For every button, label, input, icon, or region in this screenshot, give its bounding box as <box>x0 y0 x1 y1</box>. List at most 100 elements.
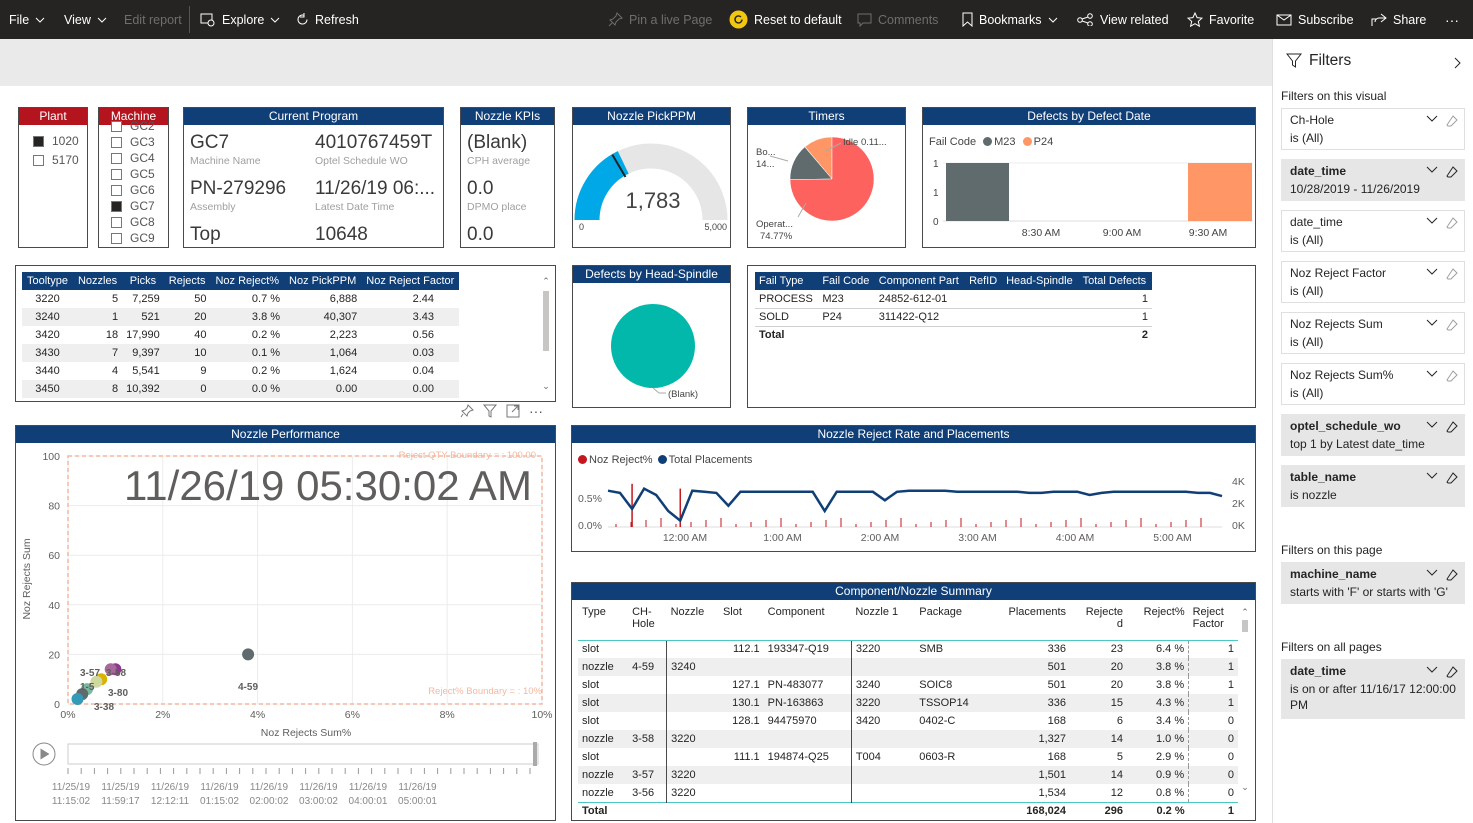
chevron-down-icon[interactable] <box>1426 569 1438 577</box>
chevron-down-icon[interactable] <box>1426 472 1438 480</box>
checkbox-icon[interactable] <box>111 136 122 148</box>
play-slider-thumb[interactable] <box>533 742 537 766</box>
view-menu[interactable]: View <box>64 0 107 39</box>
table-scrollbar[interactable]: ⌃ ⌄ <box>542 276 550 391</box>
slicer-item[interactable]: GC4 <box>111 150 155 166</box>
checkbox-icon[interactable] <box>111 216 122 228</box>
column-header[interactable]: Fail Type <box>755 272 819 290</box>
scroll-down-icon[interactable]: ⌄ <box>542 381 550 392</box>
bar-m23[interactable] <box>946 163 1009 221</box>
pin-live-page-button[interactable]: Pin a live Page <box>608 0 712 39</box>
chevron-down-icon[interactable] <box>1426 370 1438 378</box>
column-header[interactable]: Slot <box>718 602 764 641</box>
eraser-icon[interactable] <box>1446 166 1458 178</box>
scroll-up-icon[interactable]: ⌃ <box>1241 607 1249 618</box>
eraser-icon[interactable] <box>1446 217 1458 229</box>
checkbox-checked-icon[interactable] <box>111 200 122 212</box>
more-options-icon[interactable]: ··· <box>529 404 543 418</box>
scatter-point[interactable] <box>71 693 84 705</box>
eraser-icon[interactable] <box>1446 472 1458 484</box>
subscribe-button[interactable]: Subscribe <box>1276 0 1354 39</box>
filter-icon[interactable] <box>483 404 497 418</box>
more-options-button[interactable]: ··· <box>1445 0 1459 39</box>
column-header[interactable]: Nozzles <box>72 272 123 290</box>
eraser-icon[interactable] <box>1446 569 1458 581</box>
scroll-thumb[interactable] <box>543 291 549 351</box>
filter-card[interactable]: Ch-Hole is (All) <box>1281 108 1465 150</box>
column-header[interactable]: Noz PickPPM <box>284 272 362 290</box>
chevron-down-icon[interactable] <box>1426 319 1438 327</box>
table-row[interactable]: 3450 8 10,392 0 0.0 % 0.00 0.00 <box>22 380 460 398</box>
reset-default-button[interactable]: Reset to default <box>729 0 842 39</box>
filter-card-date-time-all[interactable]: date_time is on or after 11/16/17 12:00:… <box>1281 659 1465 719</box>
checkbox-icon[interactable] <box>111 152 122 164</box>
summary-scrollbar[interactable]: ⌃ ⌄ <box>1241 607 1249 797</box>
column-header[interactable]: Tooltype <box>22 272 73 290</box>
table-row[interactable]: slot 128.1 94475970 3420 0402-C 168 6 3.4 % 0 <box>578 712 1238 730</box>
eraser-icon[interactable] <box>1446 268 1458 280</box>
column-header[interactable]: Package <box>915 602 988 641</box>
table-row[interactable]: nozzle 3-58 3220 1,327 14 1.0 % 0 <box>578 730 1238 748</box>
checkbox-icon[interactable] <box>111 232 122 244</box>
chevron-down-icon[interactable] <box>1426 166 1438 174</box>
column-header[interactable]: Head-Spindle <box>1002 272 1079 290</box>
column-header[interactable]: RefID <box>965 272 1003 290</box>
refresh-button[interactable]: Refresh <box>296 0 359 39</box>
filter-card[interactable]: Noz Rejects Sum% is (All) <box>1281 363 1465 405</box>
play-slider-track[interactable] <box>67 743 539 765</box>
favorite-button[interactable]: Favorite <box>1187 0 1254 39</box>
share-button[interactable]: Share <box>1371 0 1426 39</box>
column-header[interactable]: Rejecte d <box>1070 602 1127 641</box>
chevron-down-icon[interactable] <box>1426 268 1438 276</box>
scroll-down-icon[interactable]: ⌄ <box>1241 782 1249 793</box>
filter-card[interactable]: date_time is (All) <box>1281 210 1465 252</box>
chevron-down-icon[interactable] <box>1426 115 1438 123</box>
slicer-item[interactable]: GC6 <box>111 182 155 198</box>
column-header[interactable]: Placements <box>987 602 1071 641</box>
slicer-item[interactable]: GC2 <box>111 118 155 134</box>
comments-button[interactable]: Comments <box>857 0 938 39</box>
table-row[interactable]: slot 127.1 PN-483077 3240 SOIC8 501 20 3.8 % 1 <box>578 676 1238 694</box>
checkbox-icon[interactable] <box>111 184 122 196</box>
filter-card[interactable]: table_name is nozzle <box>1281 465 1465 507</box>
column-header[interactable]: Type <box>578 602 629 641</box>
checkbox-checked-icon[interactable] <box>33 136 44 147</box>
column-header[interactable]: Nozzle <box>666 602 719 641</box>
table-row[interactable]: 3220 5 7,259 50 0.7 % 6,888 2.44 <box>22 290 459 308</box>
column-header[interactable]: Noz Reject% <box>210 272 285 290</box>
slicer-item[interactable]: GC3 <box>111 134 155 150</box>
filter-card-machine-name[interactable]: machine_name starts with 'F' or starts w… <box>1281 562 1465 604</box>
chevron-down-icon[interactable] <box>1426 217 1438 225</box>
slicer-item[interactable]: GC8 <box>111 214 155 230</box>
eraser-icon[interactable] <box>1446 319 1458 331</box>
slicer-item[interactable]: 5170 <box>33 151 79 170</box>
table-row[interactable]: SOLD P24 311422-Q12 1 <box>755 308 1152 327</box>
eraser-icon[interactable] <box>1446 421 1458 433</box>
column-header[interactable]: Reject Factor <box>1188 602 1238 641</box>
table-row[interactable]: nozzle 3-57 3220 1,501 14 0.9 % 0 <box>578 766 1238 784</box>
column-header[interactable]: Picks <box>122 272 164 290</box>
table-row[interactable]: 3420 18 17,990 40 0.2 % 2,223 0.56 <box>22 326 459 344</box>
column-header[interactable]: Component <box>763 602 852 641</box>
table-row[interactable]: slot 130.1 PN-163863 3220 TSSOP14 336 15 4.3 % 1 <box>578 694 1238 712</box>
scroll-thumb[interactable] <box>1242 620 1248 632</box>
checkbox-icon[interactable] <box>111 168 122 180</box>
chevron-down-icon[interactable] <box>1426 666 1438 674</box>
column-header[interactable]: Reject% <box>1127 602 1189 641</box>
table-row[interactable]: slot 112.1 193347-Q19 3220 SMB 336 23 6.4 % 1 <box>578 640 1238 658</box>
explore-menu[interactable]: Explore <box>200 0 280 39</box>
collapse-pane-icon[interactable] <box>1454 57 1462 69</box>
filter-card[interactable]: Noz Rejects Sum is (All) <box>1281 312 1465 354</box>
column-header[interactable]: CH- Hole <box>628 602 667 641</box>
column-header[interactable]: Rejects <box>163 272 211 290</box>
filter-card[interactable]: Noz Reject Factor is (All) <box>1281 261 1465 303</box>
eraser-icon[interactable] <box>1446 666 1458 678</box>
edit-report-button[interactable]: Edit report <box>124 0 182 39</box>
table-row[interactable]: nozzle 4-59 3240 501 20 3.8 % 1 <box>578 658 1238 676</box>
table-row[interactable]: PROCESS M23 24852-612-01 1 <box>755 290 1152 309</box>
slicer-item[interactable]: GC5 <box>111 166 155 182</box>
table-row[interactable]: 3440 4 5,541 9 0.2 % 1,624 0.04 <box>22 362 459 380</box>
focus-mode-icon[interactable] <box>506 404 520 418</box>
filter-card[interactable]: optel_schedule_wo top 1 by Latest date_ti… <box>1281 414 1465 456</box>
slicer-item[interactable]: GC7 <box>111 198 155 214</box>
